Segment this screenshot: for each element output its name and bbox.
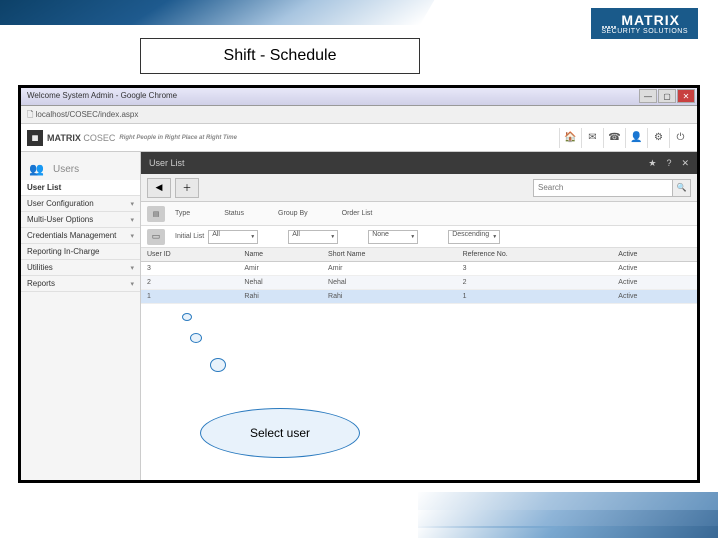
toolbar: ◀ ＋ 🔍: [141, 174, 697, 202]
sidebar-item-credentials-management[interactable]: Credentials Management▾: [21, 228, 140, 244]
col-short-name[interactable]: Short Name: [322, 248, 457, 262]
orderlist-select[interactable]: Descending: [448, 230, 500, 244]
chevron-down-icon: ▾: [130, 232, 134, 240]
panel-favorite-icon[interactable]: ★: [648, 158, 656, 169]
app-logo: ▦ MATRIX COSEC Right People in Right Pla…: [27, 130, 237, 146]
nav-settings-icon[interactable]: ⚙: [647, 128, 669, 148]
initial-list-label: Initial List: [175, 233, 204, 240]
sidebar-header-label: Users: [53, 164, 79, 175]
nav-power-icon[interactable]: ⏻: [669, 128, 691, 148]
browser-window-title: Welcome System Admin - Google Chrome: [27, 91, 177, 100]
col-active[interactable]: Active: [612, 248, 697, 262]
type-select[interactable]: All: [208, 230, 258, 244]
window-minimize-button[interactable]: —: [639, 89, 657, 103]
sidebar-item-multi-user-options[interactable]: Multi-User Options▾: [21, 212, 140, 228]
browser-titlebar: Welcome System Admin - Google Chrome — ▢…: [21, 88, 697, 106]
chevron-down-icon: ▾: [130, 280, 134, 288]
sidebar-item-reports[interactable]: Reports▾: [21, 276, 140, 292]
panel-title: User List: [149, 158, 185, 168]
col-user-id[interactable]: User ID: [141, 248, 238, 262]
sidebar-item-reporting-in-charge[interactable]: Reporting In-Charge: [21, 244, 140, 260]
sidebar-item-utilities[interactable]: Utilities▾: [21, 260, 140, 276]
window-close-button[interactable]: ✕: [677, 89, 695, 103]
filter-type-label: Type: [175, 210, 190, 217]
chevron-down-icon: ▾: [130, 216, 134, 224]
filter-list-icon[interactable]: ▤: [147, 206, 165, 222]
groupby-select[interactable]: None: [368, 230, 418, 244]
chevron-down-icon: ▾: [130, 200, 134, 208]
toolbar-add-button[interactable]: ＋: [175, 178, 199, 198]
brand-logo: MATRIX SECURITY SOLUTIONS: [591, 8, 698, 39]
browser-address-bar[interactable]: localhost/COSEC/index.aspx: [21, 106, 697, 124]
app-brand: MATRIX: [47, 133, 81, 143]
window-maximize-button[interactable]: ▢: [658, 89, 676, 103]
status-select[interactable]: All: [288, 230, 338, 244]
nav-message-icon[interactable]: ✉: [581, 128, 603, 148]
sidebar-item-user-list[interactable]: User List: [21, 180, 140, 196]
user-table: User ID Name Short Name Reference No. Ac…: [141, 248, 697, 304]
annotation-text: Select user: [250, 426, 310, 440]
panel-help-icon[interactable]: ?: [666, 158, 671, 168]
app-tagline: Right People in Right Place at Right Tim…: [119, 135, 237, 141]
nav-phone-icon[interactable]: ☎: [603, 128, 625, 148]
table-row[interactable]: 1 Rahi Rahi 1 Active: [141, 290, 697, 304]
col-reference-no[interactable]: Reference No.: [457, 248, 613, 262]
panel-header: User List ★ ? ✕: [141, 152, 697, 174]
chevron-down-icon: ▾: [130, 264, 134, 272]
col-name[interactable]: Name: [238, 248, 322, 262]
filter-card-icon[interactable]: ▭: [147, 229, 165, 245]
nav-user-icon[interactable]: 👤: [625, 128, 647, 148]
panel-close-icon[interactable]: ✕: [681, 158, 689, 169]
filter-groupby-label: Group By: [278, 210, 308, 217]
annotation-cloud: Select user: [200, 388, 380, 458]
footer-decoration: [418, 478, 718, 538]
app-product: COSEC: [83, 133, 115, 143]
page-title: Shift - Schedule: [140, 38, 420, 74]
search-icon[interactable]: 🔍: [673, 179, 691, 197]
filter-row-1: ▤ Type Status Group By Order List: [141, 202, 697, 226]
toolbar-back-button[interactable]: ◀: [147, 178, 171, 198]
filter-status-label: Status: [224, 210, 244, 217]
app-header: ▦ MATRIX COSEC Right People in Right Pla…: [21, 124, 697, 152]
sidebar-item-user-configuration[interactable]: User Configuration▾: [21, 196, 140, 212]
filter-orderlist-label: Order List: [342, 210, 373, 217]
app-logo-icon: ▦: [27, 130, 43, 146]
nav-home-icon[interactable]: 🏠: [559, 128, 581, 148]
filter-row-2: ▭ Initial List All All None Descending: [141, 226, 697, 248]
search-input[interactable]: [533, 179, 673, 197]
logo-brand-text: MATRIX: [621, 12, 680, 28]
table-row[interactable]: 3 Amir Amir 3 Active: [141, 262, 697, 276]
users-icon: [29, 162, 47, 176]
sidebar-header: Users: [21, 158, 140, 180]
sidebar: Users User List User Configuration▾ Mult…: [21, 152, 141, 480]
logo-tagline: SECURITY SOLUTIONS: [601, 28, 688, 35]
table-row[interactable]: 2 Nehal Nehal 2 Active: [141, 276, 697, 290]
